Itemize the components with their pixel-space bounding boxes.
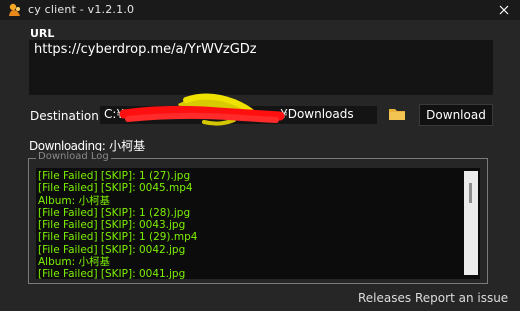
download-log-legend: Download Log	[36, 151, 111, 162]
log-line: Album: 小柯基	[38, 256, 111, 269]
releases-link[interactable]: Releases	[358, 291, 411, 305]
close-icon	[499, 5, 509, 15]
log-scroll-thumb[interactable]	[469, 183, 472, 203]
download-log[interactable]: [File Failed] [SKIP]: 1 (27).jpg [File F…	[36, 168, 480, 279]
log-line: [File Failed] [SKIP]: 0042.jpg	[38, 243, 186, 256]
log-line: [File Failed] [SKIP]: 1 (29).mp4	[38, 231, 198, 244]
download-log-group: Download Log [File Failed] [SKIP]: 1 (27…	[28, 151, 488, 284]
log-line: [File Failed] [SKIP]: 1 (27).jpg	[38, 170, 191, 182]
log-scrollbar[interactable]	[464, 171, 478, 275]
destination-label: Destination	[30, 109, 99, 123]
log-line: [File Failed] [SKIP]: 0041.jpg	[38, 268, 186, 279]
app-icon	[9, 3, 20, 16]
status-album: 小柯基	[109, 139, 146, 153]
title-bar: cy client - v1.2.1.0	[0, 0, 520, 20]
window-title: cy client - v1.2.1.0	[28, 3, 135, 16]
redaction-scribble	[119, 93, 285, 126]
log-line: Album: 小柯基	[38, 194, 111, 207]
download-button[interactable]: Download	[419, 104, 493, 126]
url-label: URL	[30, 27, 55, 40]
log-line: [File Failed] [SKIP]: 1 (28).jpg	[38, 206, 191, 219]
log-line: [File Failed] [SKIP]: 0045.mp4	[38, 182, 193, 195]
folder-icon[interactable]	[388, 106, 406, 122]
close-button[interactable]	[488, 0, 520, 20]
log-line: [File Failed] [SKIP]: 0043.jpg	[38, 219, 186, 232]
report-issue-link[interactable]: Report an issue	[415, 291, 508, 305]
log-lines: [File Failed] [SKIP]: 1 (27).jpg [File F…	[38, 170, 197, 279]
url-input[interactable]: https://cyberdrop.me/a/YrWVzGDz	[29, 40, 493, 95]
